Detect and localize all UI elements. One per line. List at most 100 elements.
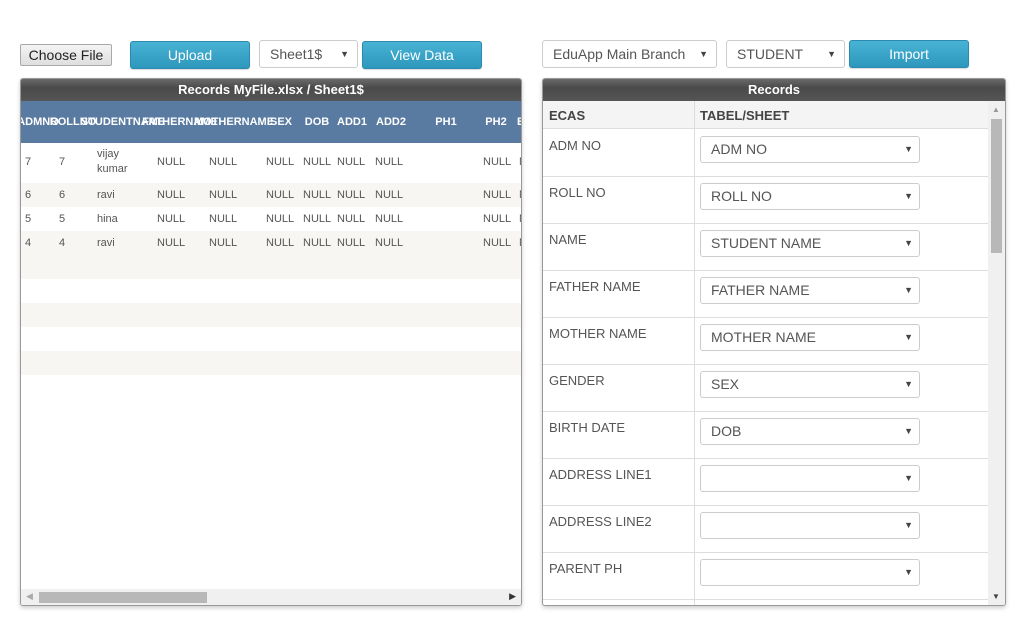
scrollbar-thumb[interactable] — [991, 119, 1002, 253]
empty-row — [21, 351, 521, 375]
branch-select[interactable]: EduApp Main Branch ▼ — [542, 40, 717, 68]
ecas-field-label: ROLL NO — [549, 185, 606, 200]
scroll-down-icon[interactable]: ▼ — [992, 592, 1000, 601]
choose-file-button[interactable]: Choose File — [20, 44, 112, 66]
table-row[interactable]: 6 6 ravi NULL NULL NULL NULL NULL NULL NULL N — [21, 183, 521, 207]
table-row[interactable]: 7 7 vijay kumar NULL NULL NULL NULL NULL NULL NUL… — [21, 143, 521, 183]
table-cell: ravi — [97, 237, 115, 249]
chevron-down-icon: ▼ — [904, 144, 913, 154]
ecas-column-header: ECAS — [549, 108, 586, 123]
column-header-label: E — [517, 115, 521, 130]
column-header[interactable]: ADD2 — [373, 101, 409, 143]
sheet-column-select[interactable]: ROLL NO ▼ — [700, 183, 920, 210]
table-cell: NULL — [157, 213, 186, 225]
chevron-down-icon: ▼ — [904, 426, 913, 436]
sheet-column-select[interactable]: MOTHER NAME ▼ — [700, 324, 920, 351]
column-header-label: PH2 — [485, 115, 507, 128]
table-cell: 5 — [59, 213, 66, 225]
empty-row — [21, 327, 521, 351]
type-select-value: STUDENT — [737, 46, 804, 62]
table-cell: NULL — [303, 213, 332, 225]
sheet-column-select[interactable]: ▼ — [700, 465, 920, 492]
ecas-field-label: ADM NO — [549, 138, 601, 153]
chevron-down-icon: ▼ — [340, 49, 349, 59]
mapping-row: NAME STUDENT NAME ▼ — [543, 224, 989, 271]
horizontal-scrollbar[interactable]: ◀ ▶ — [21, 589, 521, 605]
sheet-column-select[interactable]: FATHER NAME ▼ — [700, 277, 920, 304]
scroll-up-icon[interactable]: ▲ — [992, 105, 1000, 114]
column-header-label: ROLL — [49, 115, 80, 128]
column-header[interactable]: E — [517, 101, 521, 143]
table-cell: NULL — [337, 237, 366, 249]
table-cell: 4 — [25, 237, 32, 249]
column-header-label: ADD1 — [337, 115, 367, 128]
table-cell: NULL — [483, 189, 512, 201]
column-header-label: SEX — [269, 115, 292, 128]
column-header[interactable]: SEX — [264, 101, 298, 143]
sheet-column-select[interactable]: ▼ — [700, 559, 920, 586]
table-cell: NULL — [337, 213, 366, 225]
mapping-row: ADDRESS LINE1 ▼ — [543, 459, 989, 506]
upload-button[interactable]: Upload — [130, 41, 250, 69]
table-cell: NULL — [483, 237, 512, 249]
column-header-label: PH1 — [435, 115, 457, 128]
panel-title: Records MyFile.xlsx / Sheet1$ — [21, 79, 521, 101]
ecas-field-label: PARENT PH — [549, 561, 623, 576]
chevron-down-icon: ▼ — [699, 49, 708, 59]
table-row[interactable]: 4 4 ravi NULL NULL NULL NULL NULL NULL NULL N — [21, 231, 521, 255]
import-button[interactable]: Import — [849, 40, 969, 68]
sheet-column-select[interactable]: ▼ — [700, 512, 920, 539]
view-data-button[interactable]: View Data — [362, 41, 482, 69]
table-cell: NULL — [266, 189, 295, 201]
sheet-column-select-value: STUDENT NAME — [711, 235, 822, 251]
table-cell: NULL — [375, 213, 404, 225]
sheet-column-select-value: MOTHER NAME — [711, 329, 816, 345]
empty-row — [21, 303, 521, 327]
sheet-select[interactable]: Sheet1$ ▼ — [259, 40, 358, 68]
chevron-down-icon: ▼ — [904, 379, 913, 389]
column-header[interactable]: ADD1 — [335, 101, 369, 143]
table-cell: NULL — [303, 156, 332, 168]
ecas-field-label: ADDRESS LINE1 — [549, 467, 652, 482]
table-cell: NULL — [483, 156, 512, 168]
type-select[interactable]: STUDENT ▼ — [726, 40, 845, 68]
sheet-column-header: TABEL/SHEET — [700, 108, 790, 123]
sheet-column-select[interactable]: ADM NO ▼ — [700, 136, 920, 163]
table-cell: 6 — [25, 189, 32, 201]
table-cell: N — [519, 212, 521, 227]
mapping-row: ADM NO ADM NO ▼ — [543, 130, 989, 177]
column-header[interactable]: DOB — [301, 101, 333, 143]
column-header-label: ADD2 — [376, 115, 406, 128]
column-header[interactable]: PH2 — [481, 101, 511, 143]
scroll-left-icon[interactable]: ◀ — [26, 591, 33, 602]
sheet-column-select[interactable]: DOB ▼ — [700, 418, 920, 445]
scroll-right-icon[interactable]: ▶ — [509, 591, 516, 602]
column-header[interactable]: ADMNO — [21, 101, 59, 143]
table-cell: NULL — [209, 237, 238, 249]
sheet-column-select[interactable]: SEX ▼ — [700, 371, 920, 398]
table-cell: NULL — [266, 237, 295, 249]
table-cell: NULL — [375, 156, 404, 168]
vertical-scrollbar[interactable]: ▲ ▼ — [988, 101, 1005, 605]
sheet-column-select[interactable]: STUDENT NAME ▼ — [700, 230, 920, 257]
column-header-label: FATHER — [142, 115, 186, 128]
panel-title: Records — [543, 79, 1005, 101]
table-cell: NULL — [375, 237, 404, 249]
column-header[interactable]: PH1 — [421, 101, 471, 143]
table-cell: N — [519, 155, 521, 170]
table-cell: NULL — [303, 189, 332, 201]
table-row[interactable]: 5 5 hina NULL NULL NULL NULL NULL NULL NULL N — [21, 207, 521, 231]
mapping-row: ROLL NO ROLL NO ▼ — [543, 177, 989, 224]
table-cell: hina — [97, 213, 118, 225]
mapping-row: GENDER SEX ▼ — [543, 365, 989, 412]
table-cell: NULL — [209, 156, 238, 168]
table-cell: NULL — [157, 237, 186, 249]
column-header[interactable]: MOTHER NAME — [194, 101, 274, 143]
mapping-row: MOTHER NAME MOTHER NAME ▼ — [543, 318, 989, 365]
mapping-row: PARENT PH ▼ — [543, 553, 989, 600]
ecas-field-label: MOTHER NAME — [549, 326, 647, 341]
scrollbar-thumb[interactable] — [39, 592, 207, 603]
chevron-down-icon: ▼ — [904, 473, 913, 483]
table-cell: NULL — [209, 213, 238, 225]
table-cell: NULL — [157, 189, 186, 201]
